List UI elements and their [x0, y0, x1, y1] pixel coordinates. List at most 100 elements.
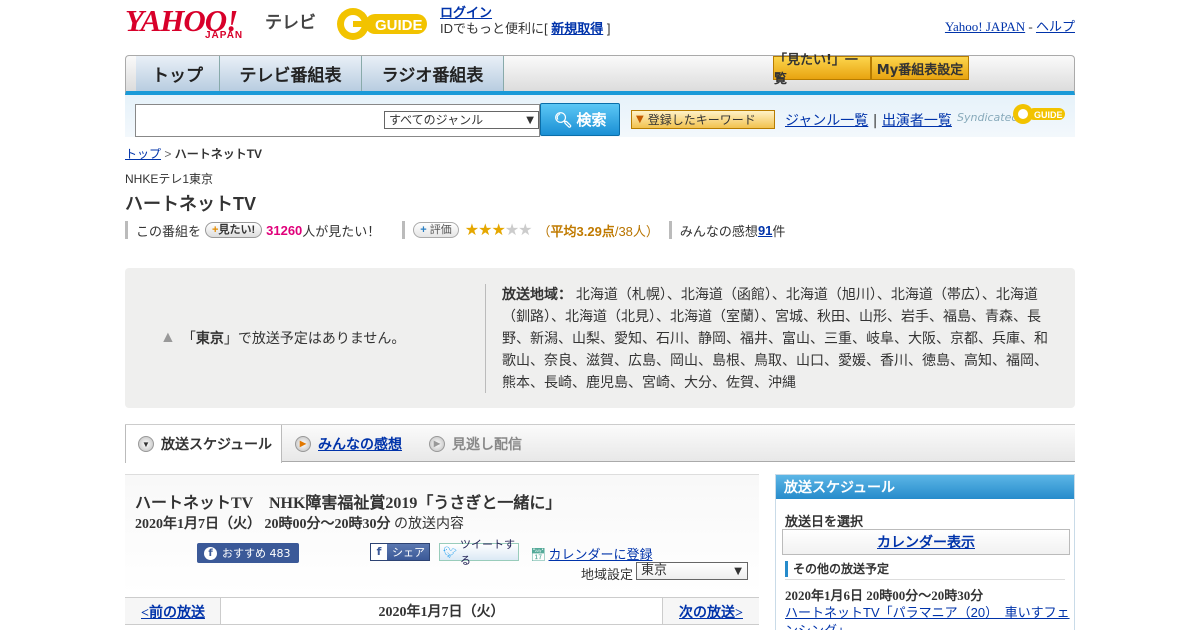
performer-list-link[interactable]: 出演者一覧 — [882, 113, 952, 129]
other-schedule-item: ハートネットTV「パラマニア（20） 車いすフェンシング」 — [785, 604, 1070, 630]
broadcast-notice-panel: ▲ 「東京 」で放送予定はありません。 放送地域： 北海道（札幌）、北海道（函館）… — [125, 268, 1075, 408]
calendar-view-link[interactable]: カレンダー表示 — [877, 532, 975, 552]
tab-schedule-label: 放送スケジュール — [161, 436, 273, 452]
want-suffix: 人が見たい！ — [302, 223, 381, 239]
chevron-down-icon: ▼ — [734, 566, 742, 577]
notice-region: 東京 — [195, 330, 224, 346]
login-prompt-end: ] — [603, 21, 611, 36]
search-links: ジャンル一覧 | 出演者一覧 — [785, 110, 952, 130]
login-block: ログイン IDでもっと便利に[ 新規取得 ] — [440, 5, 610, 37]
notice-post: 」で放送予定はありません。 — [223, 330, 406, 346]
impressions-suffix: 件 — [772, 223, 786, 239]
star-off-icons: ★★ — [504, 222, 533, 239]
share-label: シェア — [392, 546, 425, 559]
no-broadcast-notice: ▲ 「東京 」で放送予定はありません。 — [160, 328, 405, 348]
rating-average: （平均3.29点/38人） — [538, 221, 659, 240]
search-icon: 🔍︎ — [553, 110, 573, 129]
keyword-button[interactable]: ▼ 登録したキーワード — [631, 110, 775, 129]
play-arrow-icon: ▶ — [295, 435, 311, 452]
plus-icon: + — [420, 224, 427, 236]
rate-button[interactable]: + 評価 — [413, 222, 459, 238]
genre-list-link[interactable]: ジャンル一覧 — [785, 113, 868, 129]
gguide-text: GUIDE — [375, 17, 423, 34]
other-schedule-link[interactable]: ハートネットTV「パラマニア（20） 車いすフェンシング」 — [785, 605, 1070, 630]
tweet-label: ツイートする — [459, 538, 515, 567]
syndicated-label: Syndicated — [957, 111, 1019, 124]
divider-bar — [125, 221, 128, 239]
tab-reviews[interactable]: ▶ みんなの感想 — [283, 425, 415, 462]
other-schedule-time: 2020年1月6日 20時00分～20時30分 — [785, 588, 984, 603]
breadcrumb-sep: > — [161, 147, 175, 161]
broadcast-title: ハートネットTV NHK障害福祉賞2019「うさぎと一緒に」 — [135, 495, 562, 512]
impressions-count-link[interactable]: 91 — [758, 223, 772, 238]
star-on-icons: ★★★ — [464, 222, 506, 239]
calendar-add-icon: 📅︎ — [530, 547, 547, 562]
keyword-button-label: 登録したキーワード — [647, 113, 756, 127]
genre-select[interactable]: すべてのジャンル ▼ — [384, 111, 539, 129]
schedule-sidebar: 放送スケジュール 放送日を選択 カレンダー表示 その他の放送予定 2020年1月… — [775, 474, 1075, 630]
areas-list: 北海道（札幌）、北海道（函館）、北海道（旭川）、北海道（帯広）、北海道（釧路）、… — [502, 286, 1048, 390]
broadcast-detail: ハートネットTV NHK障害福祉賞2019「うさぎと一緒に」 2020年1月7日… — [125, 474, 759, 594]
prev-broadcast-link[interactable]: <前の放送 — [141, 602, 205, 622]
tv-logo-text[interactable]: テレビ — [265, 8, 316, 33]
genre-select-value: すべてのジャンル — [389, 113, 484, 127]
login-prompt: IDでもっと便利に[ — [440, 21, 552, 36]
tab-vod-label: 見逃し配信 — [452, 435, 522, 452]
search-button[interactable]: 🔍︎ 検索 — [540, 103, 620, 136]
calendar-link[interactable]: カレンダーに登録 — [549, 547, 653, 562]
sidebar-heading: 放送スケジュール — [776, 475, 1074, 499]
facebook-icon: f — [371, 544, 387, 560]
gguide-logo[interactable]: GUIDE — [335, 6, 431, 42]
breadcrumb-current: ハートネットTV — [174, 147, 263, 161]
this-program-label: この番組を — [136, 223, 202, 239]
search-bar: すべてのジャンル ▼ 🔍︎ 検索 ▼ 登録したキーワード ジャンル一覧 | 出演者一覧… — [125, 95, 1075, 137]
want-to-watch-button[interactable]: +見たい! — [205, 222, 263, 238]
nav-tab-tv[interactable]: テレビ番組表 — [220, 56, 362, 91]
want-button-label: 見たい! — [218, 224, 256, 236]
select-date-label: 放送日を選択 — [785, 514, 864, 529]
other-schedule-heading: その他の放送予定 — [785, 561, 889, 577]
nav-tab-top[interactable]: トップ — [136, 56, 220, 91]
want-list-button[interactable]: 「見たい!」一覧 — [773, 53, 871, 87]
facebook-share-button[interactable]: f シェア — [370, 543, 430, 561]
next-broadcast-link[interactable]: 次の放送> — [679, 602, 743, 622]
breadcrumb-top-link[interactable]: トップ — [125, 147, 161, 161]
search-links-divider: | — [868, 113, 882, 129]
avg-suffix: /38人） — [614, 223, 659, 239]
header-separator: - — [1025, 19, 1036, 34]
page-title: ハートネットTV — [125, 194, 257, 214]
fb-count: 483 — [269, 546, 291, 560]
sidebar-divider — [785, 579, 1065, 580]
broadcast-date-time: 2020年1月7日（火） 20時00分～20時30分 — [135, 517, 391, 532]
region-select[interactable]: 東京 ▼ — [636, 562, 748, 580]
my-schedule-button[interactable]: My番組表設定 — [871, 56, 969, 80]
region-label: 地域設定 — [581, 567, 634, 582]
yahoo-japan-link[interactable]: Yahoo! JAPAN — [945, 19, 1025, 34]
rate-button-label: 評価 — [429, 224, 452, 236]
breadcrumb: トップ > ハートネットTV — [125, 145, 262, 162]
broadcast-pager: <前の放送 2020年1月7日（火） 次の放送> — [125, 597, 759, 625]
want-count: 31260 — [266, 222, 303, 238]
program-stats: この番組を +見たい! 31260 人が見たい！ + 評価 ★★★★★ （平均3… — [125, 221, 785, 239]
header-links: Yahoo! JAPAN - ヘルプ — [945, 16, 1075, 35]
signup-link[interactable]: 新規取得 — [551, 21, 603, 36]
broadcast-areas: 放送地域： 北海道（札幌）、北海道（函館）、北海道（旭川）、北海道（帯広）、北海… — [502, 283, 1057, 393]
impressions-label: みんなの感想 — [679, 223, 758, 239]
facebook-recommend-button[interactable]: f おすすめ 483 — [197, 543, 299, 563]
play-arrow-icon: ▶ — [429, 435, 445, 452]
warning-icon: ▲ — [160, 329, 176, 346]
tab-vod[interactable]: ▶ 見逃し配信 — [417, 425, 537, 462]
yahoo-japan-logo-text: JAPAN — [205, 30, 244, 41]
broadcast-time: 2020年1月7日（火） 20時00分～20時30分 の放送内容 — [135, 513, 464, 533]
login-link[interactable]: ログイン — [440, 5, 492, 20]
calendar-view-button[interactable]: カレンダー表示 — [782, 529, 1070, 555]
areas-label: 放送地域： — [502, 286, 572, 302]
avg-prefix: （ — [537, 223, 551, 239]
tab-schedule[interactable]: ▼ 放送スケジュール — [125, 425, 282, 463]
notice-pre: 「 — [181, 330, 196, 346]
region-select-value: 東京 — [641, 563, 668, 578]
tweet-button[interactable]: 🐦︎ ツイートする — [439, 538, 519, 567]
add-to-calendar[interactable]: 📅︎ カレンダーに登録 — [530, 544, 653, 563]
nav-tab-radio[interactable]: ラジオ番組表 — [362, 56, 504, 91]
help-link[interactable]: ヘルプ — [1036, 19, 1075, 34]
